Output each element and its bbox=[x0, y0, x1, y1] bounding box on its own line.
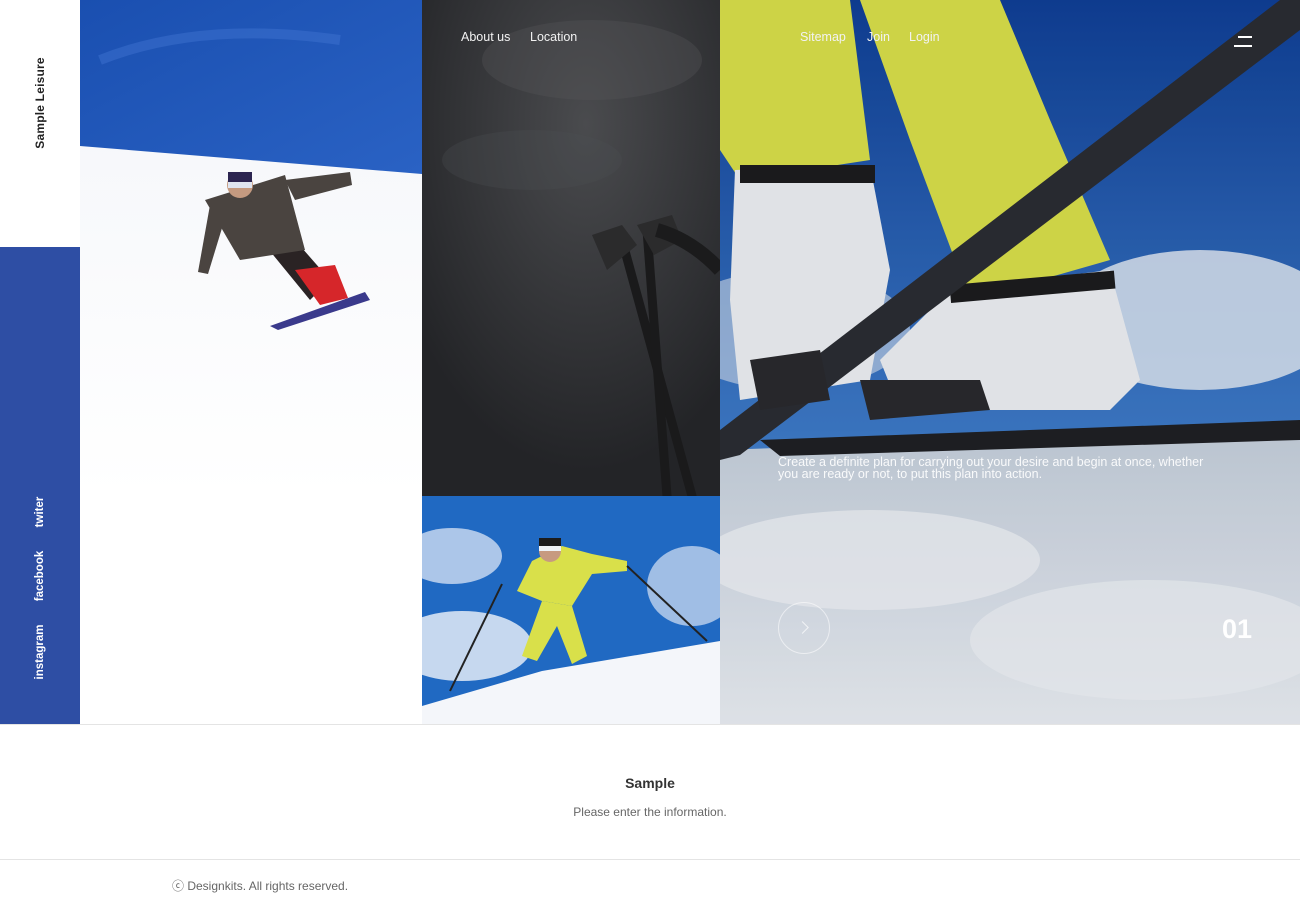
snowboarder-photo bbox=[80, 0, 422, 496]
hero-next-button[interactable] bbox=[778, 602, 830, 654]
hero-quote: Create a definite plan for carrying out … bbox=[778, 455, 1204, 481]
twitter-link[interactable]: twiter bbox=[34, 497, 46, 528]
skier-photo bbox=[422, 496, 720, 724]
hamburger-menu-icon[interactable] bbox=[1234, 36, 1252, 50]
brand-logo[interactable]: Sample Leisure bbox=[33, 57, 47, 149]
blank-area bbox=[80, 496, 422, 724]
facebook-link[interactable]: facebook bbox=[34, 551, 46, 602]
divider bbox=[0, 724, 1300, 725]
info-title: Sample bbox=[625, 775, 675, 791]
nav-join[interactable]: Join bbox=[867, 30, 890, 44]
chevron-right-icon bbox=[796, 621, 809, 634]
nav-login[interactable]: Login bbox=[909, 30, 940, 44]
info-text: Please enter the information. bbox=[573, 805, 727, 819]
slide-number: 01 bbox=[1222, 614, 1253, 644]
nav-about-us[interactable]: About us bbox=[461, 30, 510, 44]
nav-sitemap[interactable]: Sitemap bbox=[800, 30, 846, 44]
copyright-text: ⓒ Designkits. All rights reserved. bbox=[172, 879, 349, 893]
nav-location[interactable]: Location bbox=[530, 30, 577, 44]
ski-poles-photo bbox=[422, 0, 720, 496]
instagram-link[interactable]: instagram bbox=[34, 625, 46, 680]
footer-divider bbox=[0, 859, 1300, 860]
